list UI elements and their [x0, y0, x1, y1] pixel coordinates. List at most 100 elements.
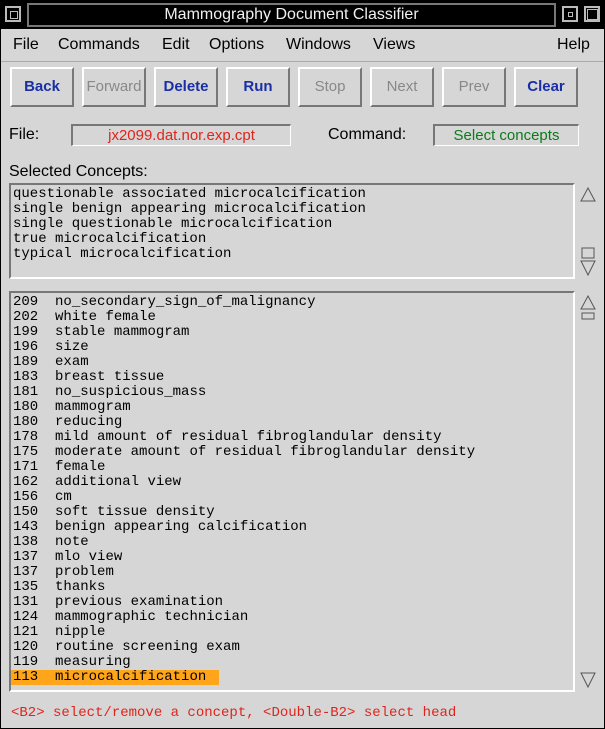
concept-count: 183	[13, 369, 39, 385]
window-title: Mammography Document Classifier	[27, 3, 556, 27]
concept-count: 138	[13, 534, 39, 550]
concept-count: 181	[13, 384, 39, 400]
concepts-scrollbar[interactable]	[579, 293, 597, 691]
concept-row[interactable]: 137 problem	[11, 565, 573, 580]
concept-count: 199	[13, 324, 39, 340]
concept-row[interactable]: 199 stable mammogram	[11, 325, 573, 340]
concept-row[interactable]: 121 nipple	[11, 625, 573, 640]
delete-button[interactable]: Delete	[154, 67, 218, 107]
concept-count: 196	[13, 339, 39, 355]
menu-windows[interactable]: Windows	[286, 36, 351, 54]
concept-count: 156	[13, 489, 39, 505]
command-label: Command:	[328, 126, 407, 143]
concept-row[interactable]: 120 routine screening exam	[11, 640, 573, 655]
scroll-up-arrow-icon	[580, 294, 596, 310]
stop-button[interactable]: Stop	[298, 67, 362, 107]
concept-row[interactable]: 156 cm	[11, 490, 573, 505]
concept-count: 143	[13, 519, 39, 535]
concept-count: 113	[13, 669, 39, 685]
maximize-icon	[587, 9, 598, 20]
selected-concepts-list[interactable]: questionable associated microcalcificati…	[9, 183, 575, 279]
concept-count: 178	[13, 429, 39, 445]
concept-count: 162	[13, 474, 39, 490]
run-button[interactable]: Run	[226, 67, 290, 107]
concept-row-selected[interactable]: 113 microcalcification	[11, 670, 219, 685]
command-field[interactable]: Select concepts	[433, 124, 579, 146]
concept-name: mammographic technician	[55, 609, 249, 625]
file-field[interactable]: jx2099.dat.nor.exp.cpt	[71, 124, 291, 146]
scroll-up-arrow-icon	[580, 186, 596, 202]
concept-name: mild amount of residual fibroglandular d…	[55, 429, 442, 445]
concept-name: thanks	[55, 579, 106, 595]
minimize-icon	[568, 12, 573, 17]
scroll-thumb	[581, 312, 595, 320]
selected-concept-item[interactable]: typical microcalcification	[11, 247, 573, 262]
menu-views[interactable]: Views	[373, 36, 415, 54]
concept-row[interactable]: 175 moderate amount of residual fibrogla…	[11, 445, 573, 460]
selected-concepts-label: Selected Concepts:	[9, 163, 148, 180]
concept-name: no_secondary_sign_of_malignancy	[55, 294, 316, 310]
prev-button[interactable]: Prev	[442, 67, 506, 107]
selected-concepts-scrollbar[interactable]	[579, 185, 597, 279]
concept-row[interactable]: 180 reducing	[11, 415, 573, 430]
scrollbar-graphic	[580, 294, 596, 689]
forward-button[interactable]: Forward	[82, 67, 146, 107]
concept-row[interactable]: 150 soft tissue density	[11, 505, 573, 520]
selected-concept-item[interactable]: single questionable microcalcification	[11, 217, 573, 232]
window-menu-button[interactable]	[5, 6, 21, 22]
concept-row[interactable]: 202 white female	[11, 310, 573, 325]
concept-row[interactable]: 138 note	[11, 535, 573, 550]
concept-row[interactable]: 183 breast tissue	[11, 370, 573, 385]
menu-options[interactable]: Options	[209, 36, 264, 54]
back-button[interactable]: Back	[10, 67, 74, 107]
concept-name: reducing	[55, 414, 123, 430]
concept-count: 202	[13, 309, 39, 325]
concept-name: size	[55, 339, 89, 355]
menu-commands[interactable]: Commands	[58, 36, 140, 54]
concept-row[interactable]: 189 exam	[11, 355, 573, 370]
concepts-list[interactable]: 209 no_secondary_sign_of_malignancy 202 w…	[9, 291, 575, 692]
maximize-button[interactable]	[584, 6, 600, 22]
next-button[interactable]: Next	[370, 67, 434, 107]
concept-row[interactable]: 119 measuring	[11, 655, 573, 670]
menu-file[interactable]: File	[13, 36, 39, 54]
concept-rows: 209 no_secondary_sign_of_malignancy 202 w…	[11, 295, 573, 685]
concept-row[interactable]: 124 mammographic technician	[11, 610, 573, 625]
concept-row[interactable]: 162 additional view	[11, 475, 573, 490]
concept-row[interactable]: 181 no_suspicious_mass	[11, 385, 573, 400]
concept-row[interactable]: 131 previous examination	[11, 595, 573, 610]
concept-row[interactable]: 180 mammogram	[11, 400, 573, 415]
selected-concept-item[interactable]: single benign appearing microcalcificati…	[11, 202, 573, 217]
minimize-button[interactable]	[562, 6, 578, 22]
clear-button[interactable]: Clear	[514, 67, 578, 107]
concept-name: stable mammogram	[55, 324, 190, 340]
menu-help[interactable]: Help	[557, 36, 590, 54]
concept-name: exam	[55, 354, 89, 370]
concept-name: moderate amount of residual fibroglandul…	[55, 444, 476, 460]
toolbar: Back Forward Delete Run Stop Next Prev C…	[1, 63, 604, 111]
concept-row[interactable]: 196 size	[11, 340, 573, 355]
concept-row[interactable]: 143 benign appearing calcification	[11, 520, 573, 535]
concept-row[interactable]: 178 mild amount of residual fibroglandul…	[11, 430, 573, 445]
concept-count: 180	[13, 399, 39, 415]
concept-count: 175	[13, 444, 39, 460]
concept-count: 135	[13, 579, 39, 595]
concept-row[interactable]: 137 mlo view	[11, 550, 573, 565]
concept-name: microcalcification	[55, 669, 207, 685]
concept-row[interactable]: 209 no_secondary_sign_of_malignancy	[11, 295, 573, 310]
concept-name: note	[55, 534, 89, 550]
title-bar[interactable]: Mammography Document Classifier	[1, 1, 604, 29]
selected-concept-item[interactable]: questionable associated microcalcificati…	[11, 187, 573, 202]
concept-name: soft tissue density	[55, 504, 215, 520]
concept-row[interactable]: 135 thanks	[11, 580, 573, 595]
concept-count: 120	[13, 639, 39, 655]
selected-concept-item[interactable]: true microcalcification	[11, 232, 573, 247]
concept-count: 131	[13, 594, 39, 610]
concept-name: breast tissue	[55, 369, 165, 385]
concept-count: 121	[13, 624, 39, 640]
menu-edit[interactable]: Edit	[162, 36, 190, 54]
concept-name: additional view	[55, 474, 182, 490]
concept-row[interactable]: 171 female	[11, 460, 573, 475]
concept-count: 171	[13, 459, 39, 475]
scroll-down-arrow-icon	[580, 672, 596, 689]
